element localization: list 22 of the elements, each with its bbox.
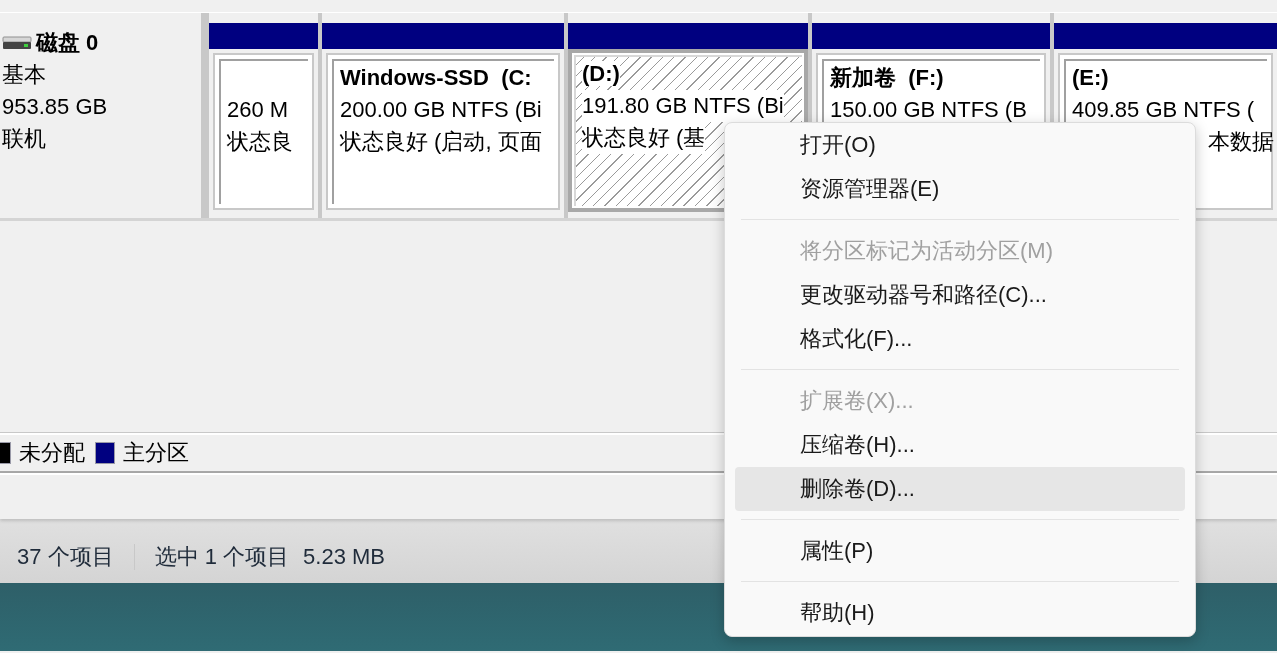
disk-size-text: 953.85 GB	[2, 94, 108, 119]
selection-text: 选中 1 个项目	[154, 543, 290, 571]
volume-status-text: 本数据	[1208, 128, 1274, 156]
volume-label: (E:)	[1072, 65, 1109, 90]
volume-status-text: 状态良好 (基	[582, 122, 706, 154]
volume-size-text: 150.00 GB NTFS (B	[830, 96, 1027, 124]
disk-title: 磁盘 0	[36, 29, 99, 57]
volume-label: (D:)	[582, 61, 620, 86]
volume-size-text: 409.85 GB NTFS (	[1072, 96, 1255, 124]
volume-status-text: 状态良	[227, 128, 293, 156]
volume-status-text: 状态良好 (启动, 页面	[340, 128, 542, 156]
volume-label: Windows-SSD (C:	[340, 65, 532, 90]
disk-type-text: 基本	[2, 62, 46, 87]
legend-label: 未分配	[19, 439, 85, 467]
item-count-text: 37 个项目	[17, 543, 114, 571]
volume-size-text: 200.00 GB NTFS (Bi	[340, 96, 542, 124]
legend-label: 主分区	[123, 439, 189, 467]
volume-label: 新加卷 (F:)	[830, 65, 944, 90]
disk-status-text: 联机	[2, 126, 46, 151]
selection-size-text: 5.23 MB	[303, 544, 385, 570]
volume-size-text: 191.80 GB NTFS (Bi	[582, 90, 784, 122]
volume-size-text: 260 M	[227, 96, 289, 124]
